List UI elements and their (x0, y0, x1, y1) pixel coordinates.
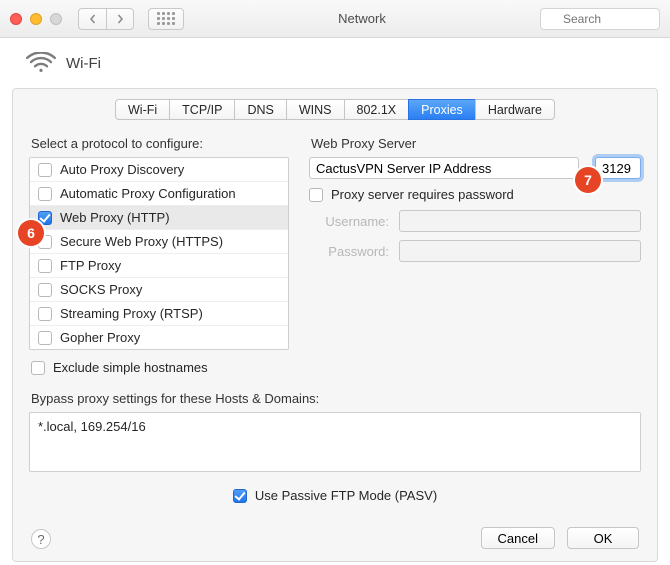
proxy-port-input[interactable] (595, 157, 641, 179)
tab-wins[interactable]: WINS (286, 99, 345, 120)
protocol-label: Secure Web Proxy (HTTPS) (60, 234, 223, 249)
annotation-badge-6: 6 (18, 220, 44, 246)
back-button[interactable] (78, 8, 106, 30)
password-input (399, 240, 641, 262)
protocol-label: SOCKS Proxy (60, 282, 142, 297)
nav-back-forward (78, 8, 134, 30)
exclude-hostnames-label: Exclude simple hostnames (53, 360, 208, 375)
tab-tcpip[interactable]: TCP/IP (169, 99, 235, 120)
protocol-row[interactable]: SOCKS Proxy (30, 278, 288, 302)
protocol-row[interactable]: Auto Proxy Discovery (30, 158, 288, 182)
protocol-label: Gopher Proxy (60, 330, 140, 345)
settings-panel: Wi-FiTCP/IPDNSWINS802.1XProxiesHardware … (12, 88, 658, 562)
requires-password-checkbox[interactable] (309, 188, 323, 202)
username-label: Username: (309, 214, 389, 229)
search-input[interactable] (540, 8, 660, 30)
protocol-label: Auto Proxy Discovery (60, 162, 184, 177)
help-button[interactable]: ? (31, 529, 51, 549)
close-icon[interactable] (10, 13, 22, 25)
passive-ftp-checkbox[interactable] (233, 489, 247, 503)
tab-proxies[interactable]: Proxies (408, 99, 476, 120)
grid-icon (157, 12, 175, 25)
search-wrap (540, 8, 660, 30)
annotation-badge-7: 7 (575, 167, 601, 193)
protocol-checkbox[interactable] (38, 211, 52, 225)
minimize-icon[interactable] (30, 13, 42, 25)
protocol-checkbox[interactable] (38, 163, 52, 177)
exclude-hostnames-checkbox[interactable] (31, 361, 45, 375)
page-title: Wi-Fi (66, 55, 101, 72)
bypass-textarea[interactable]: *.local, 169.254/16 (29, 412, 641, 472)
traffic-lights (10, 13, 62, 25)
proxy-server-input[interactable] (309, 157, 579, 179)
passive-ftp-row[interactable]: Use Passive FTP Mode (PASV) (29, 488, 641, 503)
username-input (399, 210, 641, 232)
password-label: Password: (309, 244, 389, 259)
wifi-icon (26, 52, 56, 74)
chevron-left-icon (88, 14, 98, 24)
pane-header: Wi-Fi (0, 38, 670, 88)
requires-password-label: Proxy server requires password (331, 187, 514, 202)
tab-hardware[interactable]: Hardware (475, 99, 555, 120)
protocol-checkbox[interactable] (38, 307, 52, 321)
window-title: Network (192, 11, 532, 26)
passive-ftp-label: Use Passive FTP Mode (PASV) (255, 488, 437, 503)
protocol-label: FTP Proxy (60, 258, 121, 273)
tab-dns[interactable]: DNS (234, 99, 286, 120)
chevron-right-icon (115, 14, 125, 24)
cancel-button[interactable]: Cancel (481, 527, 555, 549)
proxy-server-label: Web Proxy Server (311, 136, 641, 151)
forward-button[interactable] (106, 8, 134, 30)
protocol-row[interactable]: FTP Proxy (30, 254, 288, 278)
ok-button[interactable]: OK (567, 527, 639, 549)
show-all-button[interactable] (148, 8, 184, 30)
bypass-label: Bypass proxy settings for these Hosts & … (31, 391, 641, 406)
protocol-row[interactable]: Gopher Proxy (30, 326, 288, 349)
tab-wifi[interactable]: Wi-Fi (115, 99, 170, 120)
protocol-row[interactable]: Secure Web Proxy (HTTPS) (30, 230, 288, 254)
protocol-checkbox[interactable] (38, 331, 52, 345)
protocol-label: Streaming Proxy (RTSP) (60, 306, 203, 321)
tabs: Wi-FiTCP/IPDNSWINS802.1XProxiesHardware (29, 99, 641, 120)
protocol-label: Automatic Proxy Configuration (60, 186, 236, 201)
tab-8021x[interactable]: 802.1X (344, 99, 410, 120)
protocol-label: Web Proxy (HTTP) (60, 210, 170, 225)
protocol-checkbox[interactable] (38, 283, 52, 297)
protocol-row[interactable]: Automatic Proxy Configuration (30, 182, 288, 206)
window-titlebar: Network (0, 0, 670, 38)
protocol-row[interactable]: Streaming Proxy (RTSP) (30, 302, 288, 326)
protocol-label: Select a protocol to configure: (31, 136, 289, 151)
protocol-list: Auto Proxy Discovery Automatic Proxy Conf… (29, 157, 289, 350)
zoom-icon (50, 13, 62, 25)
protocol-row[interactable]: Web Proxy (HTTP) (30, 206, 288, 230)
protocol-checkbox[interactable] (38, 259, 52, 273)
exclude-hostnames-row[interactable]: Exclude simple hostnames (31, 360, 287, 375)
protocol-checkbox[interactable] (38, 187, 52, 201)
